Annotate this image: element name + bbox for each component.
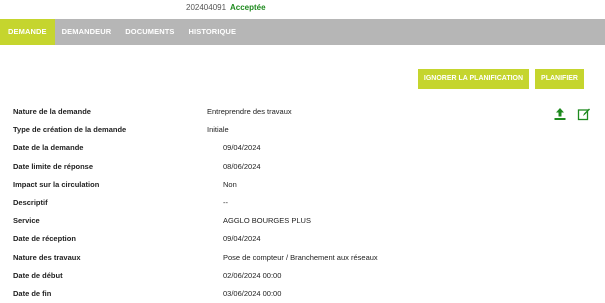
field-value: Initiale	[207, 125, 229, 135]
ignore-planning-button[interactable]: IGNORER LA PLANIFICATION	[417, 69, 530, 89]
field-row: Service AGGLO BOURGES PLUS	[13, 212, 553, 230]
tab-demandeur[interactable]: DEMANDEUR	[55, 19, 119, 45]
tab-historique[interactable]: HISTORIQUE	[182, 19, 244, 45]
field-row: Nature de la demande Entreprendre des tr…	[13, 103, 553, 121]
field-value: 09/04/2024	[223, 234, 261, 244]
field-label: Date de fin	[13, 288, 52, 298]
field-label: Date de début	[13, 270, 63, 280]
field-label: Date de réception	[13, 234, 76, 244]
field-label: Service	[13, 216, 40, 226]
field-value: 09/04/2024	[223, 143, 261, 153]
field-value: Non	[223, 179, 237, 189]
field-label: Nature de la demande	[13, 107, 91, 116]
field-row: Nature des travaux Pose de compteur / Br…	[13, 249, 553, 267]
tab-bar: DEMANDE DEMANDEUR DOCUMENTS HISTORIQUE	[0, 19, 605, 45]
upload-icon[interactable]	[553, 107, 567, 121]
field-row: Descriptif --	[13, 194, 553, 212]
request-details: Nature de la demande Entreprendre des tr…	[13, 103, 553, 303]
tab-documents[interactable]: DOCUMENTS	[118, 19, 181, 45]
request-reference: 202404091	[186, 3, 227, 12]
plan-button[interactable]: PLANIFIER	[535, 69, 584, 89]
field-actions	[553, 107, 591, 121]
field-label: Type de création de la demande	[13, 125, 127, 135]
field-row: Type de création de la demande Initiale	[13, 121, 553, 139]
field-label: Impact sur la circulation	[13, 179, 100, 189]
field-value: 03/06/2024 00:00	[223, 288, 282, 298]
request-header: 202404091 Acceptée	[0, 0, 605, 19]
field-row: Date de réception 09/04/2024	[13, 230, 553, 248]
action-buttons: IGNORER LA PLANIFICATION PLANIFIER	[417, 69, 584, 89]
field-label: Date limite de réponse	[13, 161, 94, 171]
field-label: Descriptif	[13, 197, 48, 207]
field-value: 08/06/2024	[223, 161, 261, 171]
field-label: Date de la demande	[13, 143, 84, 153]
field-row: Impact sur la circulation Non	[13, 176, 553, 194]
edit-icon[interactable]	[577, 107, 591, 121]
field-row: Date de la demande 09/04/2024	[13, 139, 553, 157]
field-label: Nature des travaux	[13, 252, 81, 262]
field-row: Date limite de réponse 08/06/2024	[13, 158, 553, 176]
field-value: --	[223, 197, 228, 207]
field-row: Date de début 02/06/2024 00:00	[13, 267, 553, 285]
field-value: 02/06/2024 00:00	[223, 270, 282, 280]
field-value: Pose de compteur / Branchement aux résea…	[223, 252, 378, 262]
status-badge: Acceptée	[230, 3, 266, 12]
field-row: Date de fin 03/06/2024 00:00	[13, 285, 553, 303]
field-value: AGGLO BOURGES PLUS	[223, 216, 311, 226]
tab-demande[interactable]: DEMANDE	[0, 19, 55, 45]
field-value: Entreprendre des travaux	[207, 107, 292, 116]
